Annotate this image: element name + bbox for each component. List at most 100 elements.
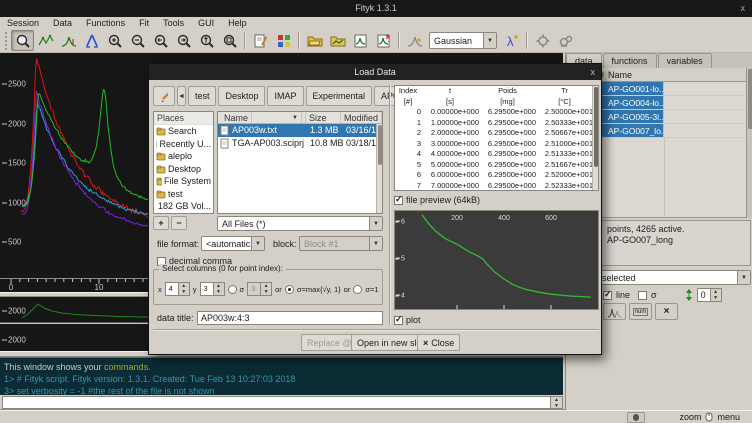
main-plot-ytick: 2000: [2, 120, 26, 129]
size-column-header[interactable]: Size: [306, 112, 341, 123]
scrollbar-thumb[interactable]: [594, 87, 598, 167]
file-list-scrollbar[interactable]: [376, 124, 382, 214]
menu-item[interactable]: Session: [0, 17, 46, 29]
tab-variables[interactable]: variables: [658, 53, 712, 68]
scrollbar-thumb[interactable]: [748, 69, 752, 129]
file-row[interactable]: TGA-AP003.sciprj 10.8 MB 03/18/18: [218, 137, 382, 150]
preview-table-scrollbar[interactable]: [592, 86, 598, 190]
preview-table-units: [#] [s] [mg] [°C]: [395, 97, 598, 108]
menu-item[interactable]: Help: [221, 17, 254, 29]
places-item[interactable]: Recently U...: [154, 138, 213, 151]
window-close-button[interactable]: x: [741, 0, 746, 17]
dialog-divider: [153, 329, 599, 331]
zoom-all-icon: [222, 33, 238, 49]
add-place-button[interactable]: +: [153, 216, 169, 230]
preview-row: 2 2.00000e+000 6.29500e+000 2.50667e+001: [395, 128, 598, 139]
x-column-spinner[interactable]: 4▲▼: [165, 282, 190, 296]
menu-item[interactable]: Fit: [132, 17, 156, 29]
close-button[interactable]: ×Close: [417, 334, 460, 351]
open-data-button[interactable]: [326, 30, 349, 51]
menu-item[interactable]: Tools: [156, 17, 191, 29]
menu-item[interactable]: Functions: [79, 17, 132, 29]
plot-checkbox[interactable]: [394, 316, 403, 325]
open-session-button[interactable]: [303, 30, 326, 51]
file-format-select[interactable]: <automatic> ▼: [201, 236, 265, 251]
history-spinner[interactable]: ▲▼: [551, 396, 563, 409]
y-column-label: y: [193, 285, 197, 294]
breadcrumb-experimental[interactable]: Experimental: [306, 86, 373, 106]
script-editor-button[interactable]: [249, 30, 272, 51]
file-filter-select[interactable]: All Files (*) ▼: [217, 216, 383, 231]
fit-undo-button[interactable]: [531, 30, 554, 51]
dialog-titlebar: Load Data x: [149, 64, 601, 80]
breadcrumb-test[interactable]: test: [188, 86, 217, 106]
auto-add-button[interactable]: [403, 30, 426, 51]
y-column-spinner[interactable]: 3▲▼: [200, 282, 225, 296]
sigma-max-radio[interactable]: [285, 285, 294, 294]
places-item[interactable]: 182 GB Vol...: [154, 200, 213, 213]
fit-run-button[interactable]: [554, 30, 577, 51]
places-item[interactable]: aleplo: [154, 150, 213, 163]
zoom-vert-button[interactable]: [195, 30, 218, 51]
zoom-out-button[interactable]: [126, 30, 149, 51]
delete-dataset-button[interactable]: ×: [655, 303, 678, 320]
col-name-header[interactable]: Name: [606, 68, 632, 81]
name-column-header[interactable]: Name ▼: [218, 112, 306, 123]
numbers-toggle-button[interactable]: num: [629, 303, 652, 320]
tab-functions[interactable]: functions: [603, 53, 657, 68]
places-item[interactable]: File System: [154, 175, 213, 188]
command-input[interactable]: [2, 396, 551, 409]
places-item[interactable]: Desktop: [154, 163, 213, 176]
file-preview-checkbox[interactable]: [394, 196, 403, 205]
data-title-input[interactable]: AP003w:4:3: [197, 311, 383, 325]
file-row[interactable]: AP003w.txt 1.3 MB 03/16/18: [218, 124, 382, 137]
scrollbar-thumb[interactable]: [378, 125, 382, 165]
sigma-checkbox[interactable]: [638, 291, 647, 300]
preview-row: 6 6.00000e+000 6.29500e+000 2.52000e+001: [395, 170, 598, 181]
dataset-scrollbar[interactable]: [746, 68, 752, 218]
dialog-close-button[interactable]: x: [591, 64, 596, 80]
zoom-all-button[interactable]: [218, 30, 241, 51]
places-panel: Places Search Recently U... a: [153, 111, 214, 214]
path-back-button[interactable]: ◄: [177, 86, 186, 106]
type-location-button[interactable]: [153, 86, 175, 106]
line-checkbox-label: line: [616, 290, 630, 300]
window-titlebar: Fityk 1.3.1 x: [0, 0, 752, 17]
menu-item[interactable]: Data: [46, 17, 79, 29]
line-checkbox[interactable]: [603, 291, 612, 300]
zoom-mode-button[interactable]: [11, 30, 34, 51]
open-data-folder-icon: [330, 33, 346, 49]
data-range-mode-button[interactable]: [34, 30, 57, 51]
add-vline-mode-button[interactable]: [80, 30, 103, 51]
place-icon: [156, 189, 166, 199]
menu-item[interactable]: GUI: [191, 17, 221, 29]
add-function-button[interactable]: λ: [500, 30, 523, 51]
right-click-hint: menu: [717, 412, 740, 422]
window-title: Fityk 1.3.1: [355, 3, 397, 13]
x-column-value: 4: [165, 282, 179, 296]
breadcrumb-imap[interactable]: IMAP: [267, 86, 303, 106]
settings-button[interactable]: [272, 30, 295, 51]
statusbar-mouse-button[interactable]: [627, 412, 645, 423]
export-plot-button[interactable]: [349, 30, 372, 51]
sigma-max-label: σ=max{√y, 1}: [297, 285, 341, 294]
block-label: block:: [273, 239, 297, 249]
places-item[interactable]: test: [154, 188, 213, 201]
main-plot-ytick: 1000: [2, 199, 26, 208]
zoom-in-button[interactable]: [103, 30, 126, 51]
data-points-icon: [38, 33, 54, 49]
x-column-label: x: [158, 285, 162, 294]
add-peak-mode-button[interactable]: [57, 30, 80, 51]
point-size-spinner[interactable]: 0 ▲▼: [697, 288, 722, 302]
remove-place-button[interactable]: −: [171, 216, 187, 230]
modified-column-header[interactable]: Modified: [341, 112, 382, 123]
show-functions-button[interactable]: [603, 303, 626, 320]
places-item[interactable]: Search: [154, 125, 213, 138]
zoom-prev-button[interactable]: [149, 30, 172, 51]
sigma-column-radio[interactable]: [228, 285, 237, 294]
zoom-next-button[interactable]: [172, 30, 195, 51]
function-type-select[interactable]: Gaussian ▼: [429, 32, 497, 49]
breadcrumb-desktop[interactable]: Desktop: [218, 86, 265, 106]
sigma-one-radio[interactable]: [353, 285, 362, 294]
save-image-button[interactable]: [372, 30, 395, 51]
